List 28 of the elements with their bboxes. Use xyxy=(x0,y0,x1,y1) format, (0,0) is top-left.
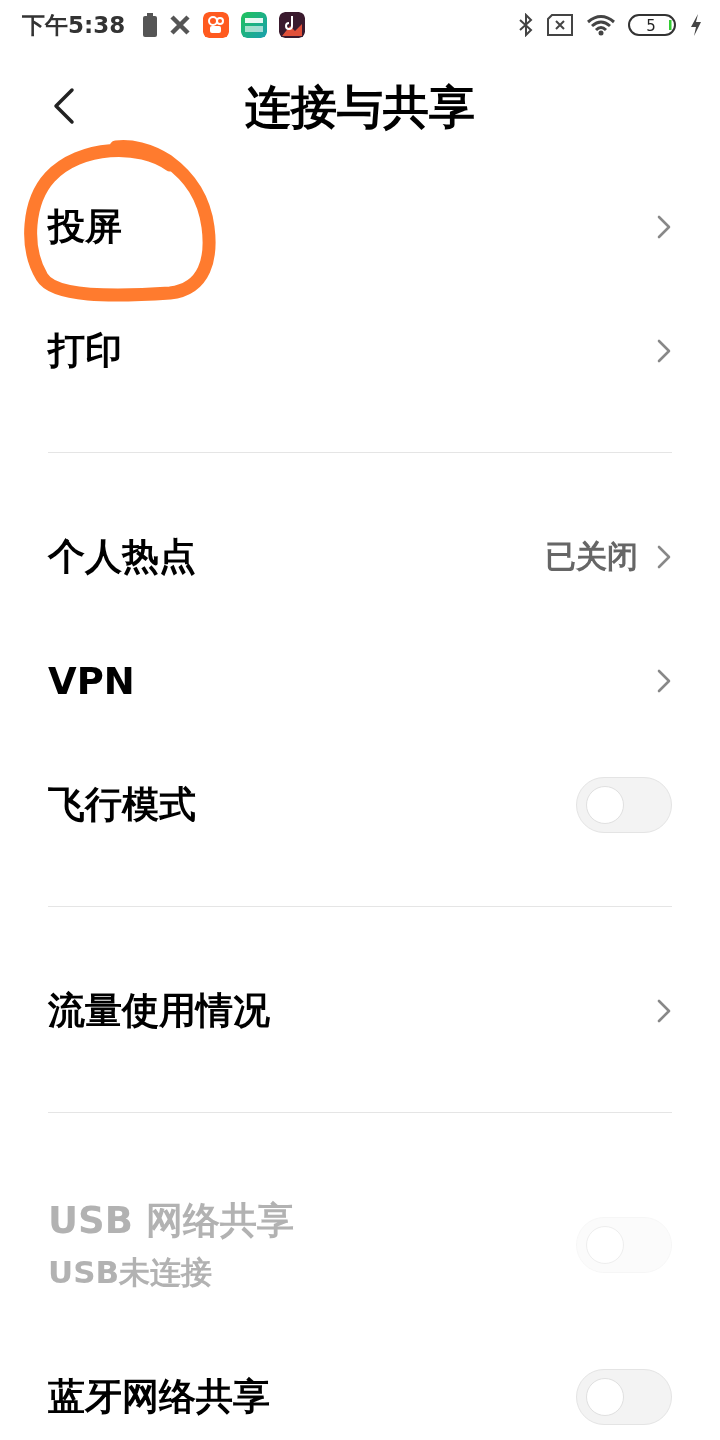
wifi-icon xyxy=(586,14,616,36)
setting-title[interactable]: VPN xyxy=(48,659,135,703)
chevron-icon xyxy=(656,338,672,364)
bluetooth-icon xyxy=(518,13,534,37)
app-icon xyxy=(203,12,230,38)
toggle-switch[interactable] xyxy=(576,1369,672,1425)
charging-icon xyxy=(690,14,702,36)
page-title: 连接与共享 xyxy=(245,78,475,136)
app-icon xyxy=(241,12,268,38)
setting-subtitle: USB未连接 xyxy=(48,1253,213,1292)
chevron-icon xyxy=(656,214,672,240)
setting-title[interactable]: 飞行模式 xyxy=(48,780,196,830)
setting-title[interactable]: 蓝牙网络共享 xyxy=(48,1372,270,1422)
chevron-icon xyxy=(656,668,672,694)
battery-icon xyxy=(143,13,158,37)
status-time: 下午5:38 xyxy=(22,10,126,40)
battery-percent: 5 xyxy=(646,17,656,35)
setting-title[interactable]: 流量使用情况 xyxy=(48,986,270,1036)
setting-title[interactable]: 打印 xyxy=(48,326,122,376)
setting-title[interactable]: 投屏 xyxy=(48,202,122,252)
chevron-icon xyxy=(656,544,672,570)
status-text: 已关闭 xyxy=(545,537,638,576)
close-icon xyxy=(169,14,192,36)
no-sim-icon xyxy=(546,14,574,36)
chevron-icon xyxy=(656,998,672,1024)
app-icon xyxy=(279,12,306,38)
setting-title[interactable]: 个人热点 xyxy=(48,532,196,582)
toggle-switch[interactable] xyxy=(576,777,672,833)
